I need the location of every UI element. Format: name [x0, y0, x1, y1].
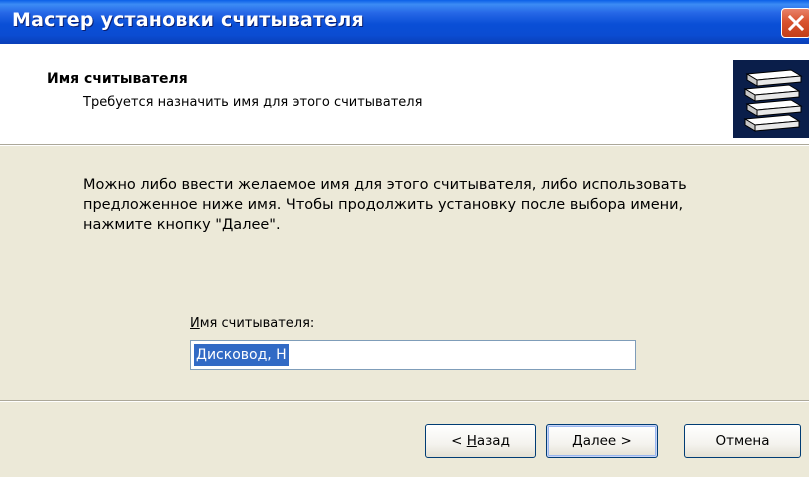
instructions-line: Можно либо ввести желаемое имя для этого…	[83, 177, 687, 193]
reader-stack-icon	[733, 60, 809, 138]
title-bar[interactable]: Мастер установки считывателя	[0, 0, 809, 44]
reader-name-label-accel: И	[190, 316, 200, 331]
footer-divider	[0, 400, 809, 402]
header-divider	[0, 144, 809, 146]
close-icon	[787, 14, 805, 32]
close-button[interactable]	[781, 8, 809, 38]
window-title: Мастер установки считывателя	[12, 9, 364, 31]
reader-name-label-rest: мя считывателя:	[199, 316, 315, 331]
back-button-accel: Н	[466, 433, 477, 449]
cancel-button[interactable]: Отмена	[684, 424, 801, 458]
page-subtitle: Требуется назначить имя для этого считыв…	[83, 95, 423, 110]
reader-name-input[interactable]: Дисковод, H	[190, 340, 636, 370]
instructions-line: нажмите кнопку "Далее".	[83, 217, 281, 233]
next-button[interactable]: Далее >	[546, 424, 658, 458]
reader-name-label: Имя считывателя:	[190, 316, 314, 331]
back-button-prefix: <	[451, 433, 467, 449]
back-button-rest: азад	[476, 433, 510, 449]
reader-name-value: Дисковод, H	[194, 344, 289, 366]
instructions-text: Можно либо ввести желаемое имя для этого…	[83, 175, 773, 235]
back-button[interactable]: < Назад	[425, 424, 536, 458]
instructions-line: предложенное ниже имя. Чтобы продолжить …	[83, 197, 684, 213]
page-title: Имя считывателя	[47, 71, 188, 87]
wizard-window: Мастер установки считывателя Имя считыва…	[0, 0, 809, 477]
wizard-header: Имя считывателя Требуется назначить имя …	[0, 44, 809, 144]
next-button-accel: Д	[572, 433, 583, 449]
next-button-rest: алее >	[582, 433, 632, 449]
